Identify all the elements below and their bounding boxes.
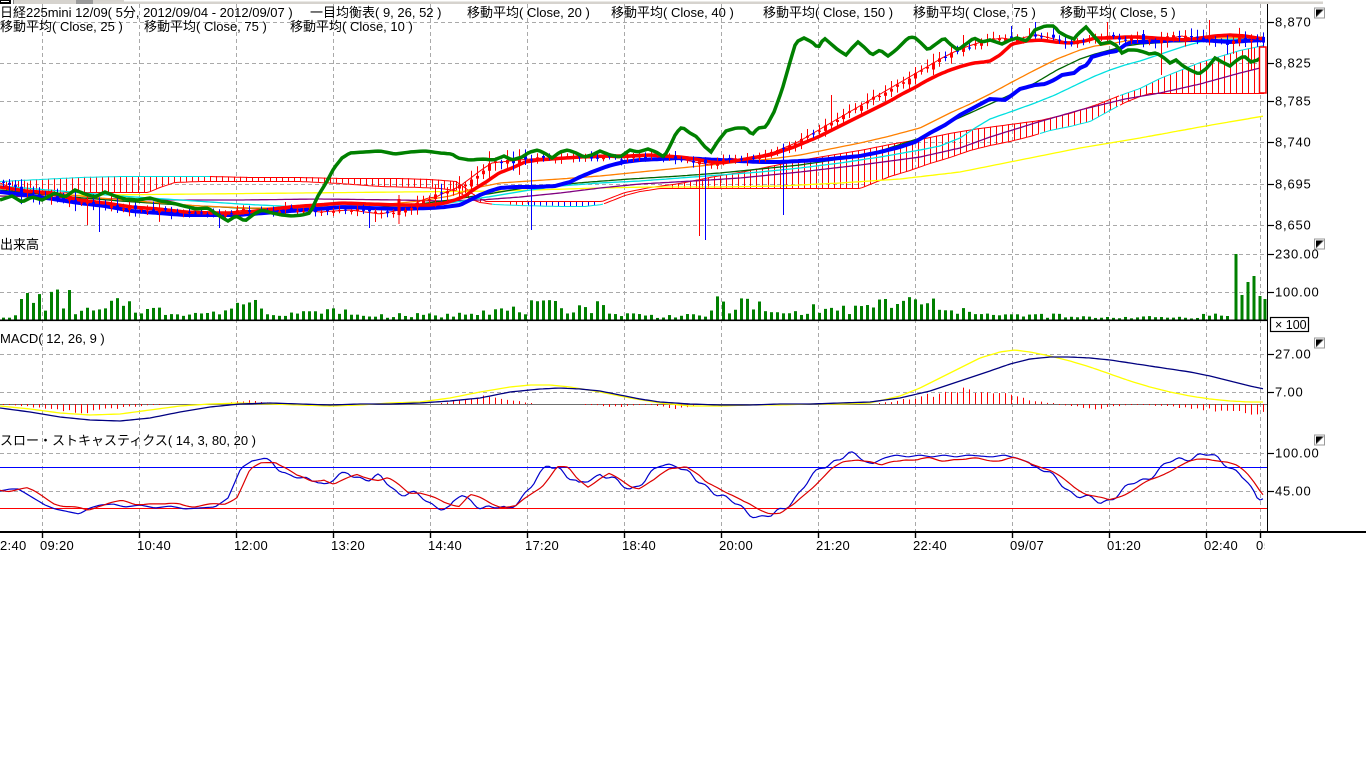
svg-text:7.00: 7.00: [1275, 385, 1304, 400]
svg-text:一目均衡表( 9, 26, 52 ): 一目均衡表( 9, 26, 52 ): [310, 5, 441, 20]
svg-text:8,825: 8,825: [1275, 56, 1312, 71]
svg-text:22:40: 22:40: [913, 538, 947, 553]
svg-text:移動平均( Close, 40 ): 移動平均( Close, 40 ): [611, 5, 734, 20]
svg-text:8,785: 8,785: [1275, 94, 1312, 109]
svg-text:01:20: 01:20: [1107, 538, 1141, 553]
svg-text:日経225mini 12/09( 5分, 2012/09/0: 日経225mini 12/09( 5分, 2012/09/04 - 2012/0…: [0, 5, 293, 20]
svg-text:09:20: 09:20: [40, 538, 74, 553]
svg-text:230.00: 230.00: [1275, 247, 1320, 262]
svg-text:8,740: 8,740: [1275, 135, 1312, 150]
svg-text:17:20: 17:20: [525, 538, 559, 553]
svg-text:8,650: 8,650: [1275, 218, 1312, 233]
svg-text:移動平均( Close, 20 ): 移動平均( Close, 20 ): [467, 5, 590, 20]
svg-text:移動平均( Close, 5 ): 移動平均( Close, 5 ): [1060, 5, 1176, 20]
svg-text:MACD( 12, 26, 9 ): MACD( 12, 26, 9 ): [0, 331, 105, 346]
svg-text:20:00: 20:00: [719, 538, 753, 553]
svg-text:2:40: 2:40: [0, 538, 27, 553]
svg-text:移動平均( Close, 25 ): 移動平均( Close, 25 ): [0, 19, 123, 34]
svg-text:移動平均( Close, 75 ): 移動平均( Close, 75 ): [144, 19, 267, 34]
svg-text:14:40: 14:40: [428, 538, 462, 553]
svg-text:8,870: 8,870: [1275, 15, 1312, 30]
svg-text:45.00: 45.00: [1275, 484, 1312, 499]
svg-text:10:40: 10:40: [137, 538, 171, 553]
svg-text:18:40: 18:40: [622, 538, 656, 553]
svg-text:8,695: 8,695: [1275, 177, 1312, 192]
svg-text:移動平均( Close, 10 ): 移動平均( Close, 10 ): [290, 19, 413, 34]
svg-text:09/07: 09/07: [1010, 538, 1044, 553]
svg-text:13:20: 13:20: [331, 538, 365, 553]
svg-text:出来高: 出来高: [0, 237, 39, 252]
svg-text:スロー・ストキャスティクス( 14, 3, 80, 20 ): スロー・ストキャスティクス( 14, 3, 80, 20 ): [0, 433, 256, 448]
svg-text:移動平均( Close, 150 ): 移動平均( Close, 150 ): [763, 5, 893, 20]
svg-text:27.00: 27.00: [1275, 347, 1312, 362]
svg-text:100.00: 100.00: [1275, 285, 1320, 300]
svg-text:12:00: 12:00: [234, 538, 268, 553]
svg-text:02:40: 02:40: [1204, 538, 1238, 553]
svg-text:× 100: × 100: [1275, 318, 1307, 332]
svg-text:100.00: 100.00: [1275, 446, 1320, 461]
svg-text:移動平均( Close, 75 ): 移動平均( Close, 75 ): [913, 5, 1036, 20]
svg-text:21:20: 21:20: [816, 538, 850, 553]
